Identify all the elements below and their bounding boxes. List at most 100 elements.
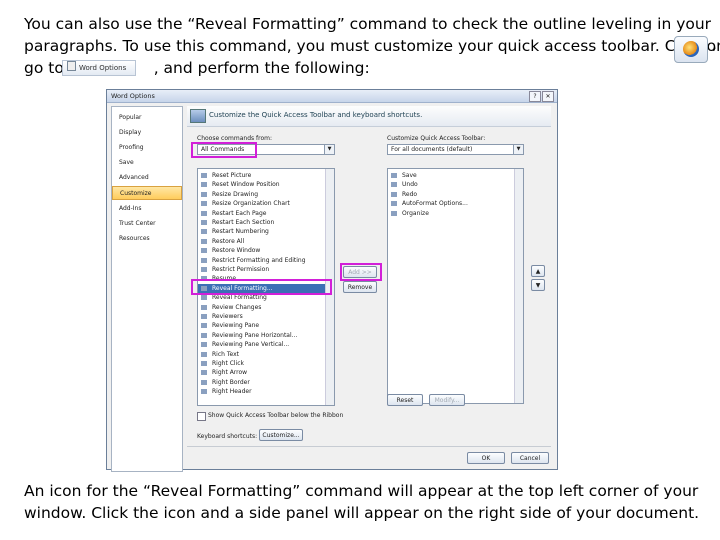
word-options-icon [67, 61, 76, 71]
command-list-item[interactable]: Review Changes [198, 303, 326, 312]
word-options-inline-button: Word Options [62, 60, 136, 76]
command-list-item[interactable]: Right Border [198, 378, 326, 387]
nav-item-resources[interactable]: Resources [112, 232, 182, 246]
highlight-choose-commands [191, 142, 257, 158]
command-list-item[interactable]: Restore Window [198, 246, 326, 255]
nav-item-display[interactable]: Display [112, 126, 182, 140]
intro-line-3-end: , and perform the following: [153, 59, 370, 77]
dialog-title: Word Options [111, 92, 155, 100]
customize-header-icon [190, 109, 206, 123]
qat-list-item[interactable]: AutoFormat Options... [388, 199, 515, 208]
show-qat-below-label: Show Quick Access Toolbar below the Ribb… [208, 412, 344, 419]
command-list-item[interactable]: Reset Picture [198, 171, 326, 180]
command-list-item[interactable]: Restart Each Page [198, 209, 326, 218]
chevron-down-icon: ▼ [513, 145, 523, 154]
help-button[interactable]: ? [529, 91, 541, 102]
command-list-item[interactable]: Reviewers [198, 312, 326, 321]
nav-item-popular[interactable]: Popular [112, 111, 182, 125]
qat-scrollbar[interactable] [514, 169, 523, 403]
qat-list-item[interactable]: Save [388, 171, 515, 180]
command-icon [201, 173, 207, 178]
command-icon [201, 191, 207, 197]
qat-item-icon [391, 173, 397, 178]
customize-qat-value: For all documents (default) [391, 146, 473, 153]
nav-item-customize[interactable]: Customize [112, 186, 182, 200]
qat-item-icon [391, 210, 397, 216]
command-icon [201, 229, 207, 235]
highlight-reveal-formatting [191, 279, 332, 295]
customize-header-title: Customize the Quick Access Toolbar and k… [209, 111, 423, 119]
command-list-item[interactable]: Restrict Formatting and Editing [198, 256, 326, 265]
qat-list-item[interactable]: Redo [388, 190, 515, 199]
intro-line-2: paragraphs. To use this command, you mus… [24, 37, 720, 55]
command-icon [201, 295, 207, 301]
dialog-titlebar: Word Options ? ✕ [107, 90, 557, 103]
intro-line-3-start: go to [24, 59, 64, 77]
command-icon [201, 210, 207, 216]
options-nav: Popular Display Proofing Save Advanced C… [111, 106, 183, 472]
show-qat-below-checkbox[interactable] [197, 412, 206, 421]
command-icon [201, 342, 207, 348]
close-button[interactable]: ✕ [542, 91, 554, 102]
nav-item-trust-center[interactable]: Trust Center [112, 217, 182, 231]
command-icon [201, 332, 207, 338]
command-list-item[interactable]: Restart Each Section [198, 218, 326, 227]
command-list-item[interactable]: Reviewing Pane [198, 321, 326, 330]
move-down-button[interactable]: ▼ [531, 279, 545, 291]
command-list-item[interactable]: Right Header [198, 387, 326, 396]
nav-item-advanced[interactable]: Advanced [112, 171, 182, 185]
dialog-separator [187, 446, 551, 447]
nav-item-save[interactable]: Save [112, 156, 182, 170]
office-button-icon [674, 36, 708, 63]
cancel-button[interactable]: Cancel [511, 452, 549, 464]
command-icon [201, 238, 207, 244]
command-list-item[interactable]: Right Click [198, 359, 326, 368]
highlight-add-button [340, 263, 382, 281]
command-list-item[interactable]: Restrict Permission [198, 265, 326, 274]
remove-button[interactable]: Remove [343, 281, 377, 293]
word-options-dialog: Word Options ? ✕ Popular Display Proofin… [106, 89, 558, 472]
command-list-item[interactable]: Resize Drawing [198, 190, 326, 199]
command-icon [201, 323, 207, 329]
command-icon [201, 201, 207, 207]
command-icon [201, 314, 207, 319]
qat-item-icon [391, 201, 397, 207]
command-list-item[interactable]: Resize Organization Chart [198, 199, 326, 208]
command-icon [201, 351, 207, 357]
choose-commands-label: Choose commands from: [197, 135, 273, 142]
qat-item-icon [391, 191, 397, 197]
customize-qat-label: Customize Quick Access Toolbar: [387, 135, 486, 142]
command-icon [201, 182, 207, 188]
outro-line-1: An icon for the “Reveal Formatting” comm… [24, 482, 699, 500]
command-list-item[interactable]: Reviewing Pane Vertical... [198, 340, 326, 349]
command-list-item[interactable]: Right Arrow [198, 368, 326, 377]
ok-button[interactable]: OK [467, 452, 505, 464]
command-icon [201, 267, 207, 272]
intro-line-1: You can also use the “Reveal Formatting”… [24, 15, 712, 33]
trailing-comma: , [712, 35, 717, 53]
command-list-item[interactable]: Reviewing Pane Horizontal... [198, 331, 326, 340]
reset-button[interactable]: Reset [387, 394, 423, 406]
command-icon [201, 257, 207, 263]
customize-qat-select[interactable]: For all documents (default) ▼ [387, 144, 524, 155]
command-list-item[interactable]: Rich Text [198, 350, 326, 359]
command-list-item[interactable]: Restart Numbering [198, 227, 326, 236]
qat-list[interactable]: Save Undo Redo AutoFormat Options... Organiz… [387, 168, 524, 404]
command-icon [201, 379, 207, 385]
modify-button[interactable]: Modify... [429, 394, 465, 406]
command-icon [201, 248, 207, 254]
customize-header: Customize the Quick Access Toolbar and k… [187, 106, 551, 127]
nav-item-addins[interactable]: Add-Ins [112, 202, 182, 216]
nav-item-proofing[interactable]: Proofing [112, 141, 182, 155]
command-list-item[interactable]: Reset Window Position [198, 180, 326, 189]
command-icon [201, 361, 207, 366]
move-up-button[interactable]: ▲ [531, 265, 545, 277]
command-list-item[interactable]: Restore All [198, 237, 326, 246]
outro-paragraph: An icon for the “Reveal Formatting” comm… [24, 480, 699, 524]
outro-line-2: window. Click the icon and a side panel … [24, 504, 700, 522]
qat-list-item[interactable]: Organize [388, 209, 515, 218]
customize-shortcuts-button[interactable]: Customize... [259, 429, 303, 441]
command-icon [201, 220, 207, 225]
qat-list-item[interactable]: Undo [388, 180, 515, 189]
qat-item-icon [391, 182, 397, 188]
